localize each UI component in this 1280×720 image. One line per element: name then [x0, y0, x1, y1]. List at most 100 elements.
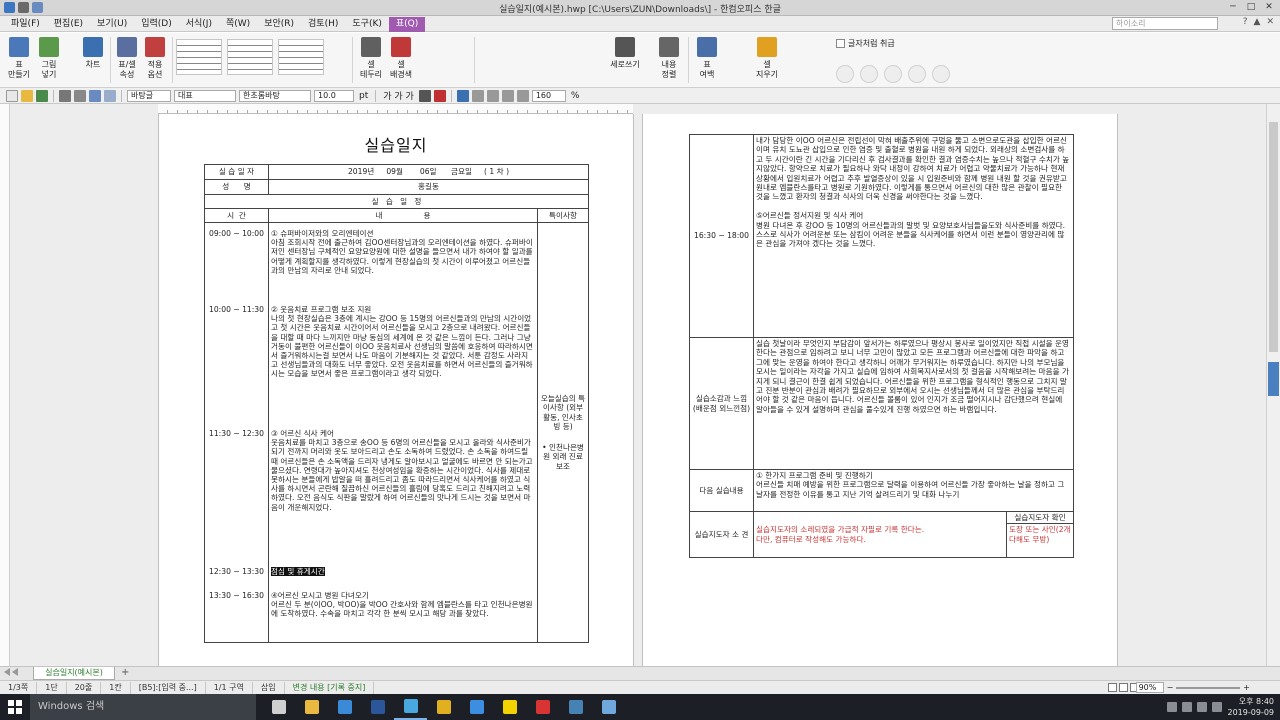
- taskbar-search-input[interactable]: Windows 검색: [30, 694, 256, 720]
- table-style-2[interactable]: [227, 39, 273, 75]
- windows-start-icon[interactable]: [8, 700, 22, 714]
- edge-taskbar-button[interactable]: [460, 694, 493, 720]
- clock[interactable]: 오후 8:40 2019-09-09: [1228, 696, 1275, 718]
- insert-image-button[interactable]: 그림 넣기: [34, 35, 64, 85]
- file-explorer-taskbar-button[interactable]: [295, 694, 328, 720]
- menu-format[interactable]: 서식(J): [179, 17, 219, 32]
- align-left-icon[interactable]: [471, 89, 484, 102]
- highlight-icon[interactable]: [433, 89, 446, 102]
- open-icon[interactable]: [21, 89, 33, 102]
- tab-prev-icon[interactable]: [4, 668, 10, 676]
- row-content[interactable]: ① 한가지 프로그램 준비 및 진행하기 어르신들 치매 예방을 위한 프로그램…: [753, 469, 1074, 512]
- zoom-out-icon[interactable]: −: [1167, 683, 1174, 692]
- status-insert-mode[interactable]: 삽입: [253, 681, 285, 694]
- print-icon[interactable]: [59, 89, 71, 102]
- save-icon[interactable]: [36, 89, 48, 102]
- table-margin-button[interactable]: 표 여백: [692, 35, 722, 85]
- hancom-taskbar-button[interactable]: [559, 694, 592, 720]
- style-dropdown[interactable]: 바탕글: [127, 89, 171, 102]
- word-taskbar-button[interactable]: [361, 694, 394, 720]
- acrobat-taskbar-button[interactable]: [526, 694, 559, 720]
- vscode-taskbar-button[interactable]: [328, 694, 361, 720]
- close-button[interactable]: ✕: [1260, 0, 1278, 15]
- time-column[interactable]: 09:00 ~ 10:00 10:00 ~ 11:30 11:30 ~ 12:3…: [204, 222, 269, 643]
- practice-log-table-continued[interactable]: 16:30 ~ 18:00 내가 담당한 이OO 어르신은 전립선이 막혀 배출…: [689, 134, 1074, 558]
- network-icon[interactable]: [1182, 702, 1192, 712]
- window-title: 실습일지(예시본).hwp [C:\Users\ZUN\Downloads\] …: [499, 5, 781, 15]
- table-props-button[interactable]: 표/셀 속성: [112, 35, 142, 85]
- menu-table[interactable]: 표(Q): [388, 16, 426, 32]
- volume-icon[interactable]: [1197, 702, 1207, 712]
- table-style-3[interactable]: [278, 39, 324, 75]
- menu-review[interactable]: 검토(H): [301, 17, 345, 32]
- zoom-slider[interactable]: [1176, 686, 1241, 689]
- row-content[interactable]: 실습 첫날이라 무엇인지 부담감이 앞서가는 하루였으나 평상시 봉사로 일이었…: [753, 337, 1074, 470]
- kakaotalk-taskbar-button[interactable]: [493, 694, 526, 720]
- doc-close-icon[interactable]: ✕: [1266, 17, 1274, 27]
- view-mode-icon[interactable]: [1119, 683, 1128, 692]
- align-justify-icon[interactable]: [456, 89, 469, 102]
- add-tab-icon[interactable]: +: [121, 667, 129, 678]
- cell-fill-button[interactable]: 셀 배경색: [386, 35, 416, 85]
- vertical-scrollbar[interactable]: [1266, 104, 1280, 666]
- sheet-tab[interactable]: 실습일지(예시본): [33, 667, 115, 680]
- table-style-1[interactable]: [176, 39, 222, 75]
- menu-security[interactable]: 보안(R): [257, 17, 301, 32]
- cell-border-button[interactable]: 셀 테두리: [356, 35, 386, 85]
- chart-button[interactable]: 차트: [78, 35, 108, 85]
- signature-cell[interactable]: 실습지도자 확인 도장 또는 사인(2개 다해도 무방): [1006, 511, 1074, 558]
- menu-file[interactable]: 파일(F): [4, 17, 47, 32]
- menu-tools[interactable]: 도구(K): [345, 17, 389, 32]
- font-size-dropdown[interactable]: 10.0: [314, 89, 354, 102]
- apply-option-button[interactable]: 적용 옵션: [140, 35, 170, 85]
- clear-cell-button[interactable]: 셀 지우기: [752, 35, 782, 85]
- zoom-dropdown[interactable]: 160: [531, 89, 566, 102]
- help-icon[interactable]: ?: [1243, 17, 1248, 27]
- status-track-changes[interactable]: 변경 내용 [기록 중지]: [285, 681, 375, 694]
- help-search-input[interactable]: 하이소리: [1112, 17, 1218, 30]
- font-dropdown[interactable]: 한초롬바탕: [239, 89, 311, 102]
- view-mode-icon[interactable]: [1108, 683, 1117, 692]
- content-column[interactable]: ① 슈퍼바이저와의 오리엔테이션 아침 조회시작 전에 출근하여 김OO센터장님…: [268, 222, 538, 643]
- ribbon-collapse-icon[interactable]: ▲: [1254, 17, 1261, 27]
- menu-insert[interactable]: 입력(D): [134, 17, 179, 32]
- zoom-value[interactable]: 90%: [1135, 682, 1164, 693]
- undo-icon[interactable]: [89, 89, 101, 102]
- align-content-button[interactable]: 내용 정렬: [654, 35, 684, 85]
- menu-view[interactable]: 보기(U): [90, 17, 134, 32]
- practice-log-table[interactable]: 실 습 일 자 2019년 09월 06일 금요일 ( 1 차 ) 성 명 홍길…: [203, 164, 590, 643]
- task-view-taskbar-button[interactable]: [262, 694, 295, 720]
- minimize-button[interactable]: ─: [1224, 0, 1242, 15]
- ime-icon[interactable]: [1212, 702, 1222, 712]
- vertical-text-button[interactable]: 세로쓰기: [610, 35, 640, 85]
- menu-edit[interactable]: 편집(E): [47, 17, 90, 32]
- zoom-in-icon[interactable]: +: [1243, 683, 1250, 692]
- tab-prev-icon[interactable]: [12, 668, 18, 676]
- treat-as-char-option[interactable]: 글자처럼 취급: [836, 38, 895, 49]
- hwp-taskbar-button[interactable]: [394, 694, 427, 720]
- language-dropdown[interactable]: 대표: [174, 89, 236, 102]
- scrollbar-thumb[interactable]: [1269, 122, 1278, 352]
- row-content[interactable]: 실습지도자의 소레되였을 가급적 자필로 기록 한다는. 다만, 컴퓨터로 작성…: [753, 511, 1007, 558]
- maximize-button[interactable]: □: [1242, 0, 1260, 15]
- text-color-icon[interactable]: [418, 89, 431, 102]
- tray-icon[interactable]: [1167, 702, 1177, 712]
- date-value[interactable]: 2019년 09월 06일 금요일 ( 1 차 ): [267, 164, 590, 180]
- row-content[interactable]: 내가 담당한 이OO 어르신은 전립선이 막혀 배출주위에 구멍을 뚫고 소변으…: [753, 134, 1074, 338]
- redo-icon[interactable]: [104, 89, 116, 102]
- note-column[interactable]: 오늘실습의 특이사항 (외부활동, 인사초빙 등) • 인천나은병원 외래 진료…: [536, 222, 590, 643]
- preview-icon[interactable]: [74, 89, 86, 102]
- line-spacing-icon[interactable]: [516, 89, 529, 102]
- app-taskbar-button[interactable]: [592, 694, 625, 720]
- name-value[interactable]: 홍길동: [267, 179, 590, 195]
- align-center-icon[interactable]: [486, 89, 499, 102]
- treat-as-char-checkbox[interactable]: [836, 39, 845, 48]
- new-doc-icon[interactable]: [6, 89, 18, 102]
- menu-page[interactable]: 쪽(W): [219, 17, 257, 32]
- note-text: • 인천나은병원 외래 진료 보조: [542, 443, 584, 471]
- chrome-taskbar-button[interactable]: [427, 694, 460, 720]
- zoom-percent-label: %: [570, 90, 580, 101]
- bold-italic-underline-buttons[interactable]: 가 가 가: [381, 89, 416, 102]
- align-right-icon[interactable]: [501, 89, 514, 102]
- create-table-button[interactable]: 표 만들기: [4, 35, 34, 85]
